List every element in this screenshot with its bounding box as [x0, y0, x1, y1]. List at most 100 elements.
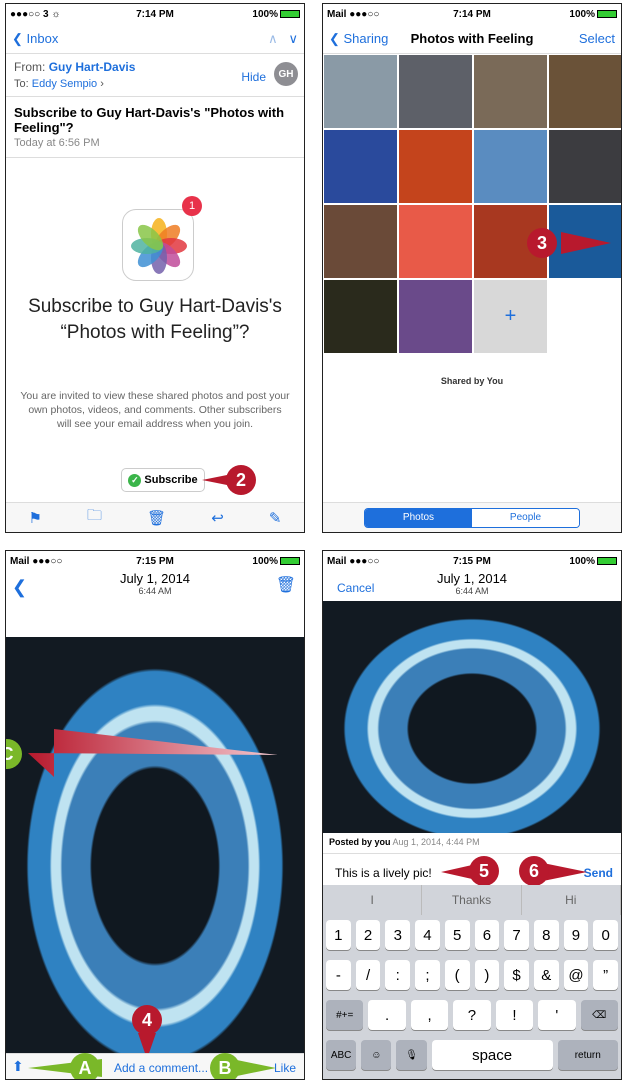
compose-icon[interactable]: ✎ [269, 509, 282, 527]
callout-b: B [210, 1053, 240, 1079]
suggestion-item[interactable]: Thanks [422, 885, 522, 915]
to-label: To: [14, 78, 29, 90]
key[interactable]: & [533, 960, 559, 990]
photo-thumbnail[interactable] [548, 54, 621, 129]
photo-image[interactable] [323, 601, 621, 833]
back-to-inbox-button[interactable]: ❮ Inbox [12, 31, 58, 47]
comment-input[interactable]: This is a lively pic! [335, 866, 432, 880]
suggestion-item[interactable]: Hi [522, 885, 621, 915]
send-button[interactable]: Send [584, 866, 613, 880]
key[interactable]: 3 [385, 920, 411, 950]
message-nav-arrows[interactable]: ∧ ∨ [268, 31, 298, 47]
key[interactable]: ABC [326, 1040, 357, 1070]
select-button[interactable]: Select [579, 31, 615, 46]
key[interactable]: @ [563, 960, 589, 990]
callout-6: 6 [519, 856, 549, 886]
key[interactable]: 2 [355, 920, 381, 950]
key[interactable]: . [368, 1000, 406, 1030]
key[interactable]: - [326, 960, 351, 990]
photo-time: 6:44 AM [138, 586, 172, 596]
segment-bar: Photos People [323, 502, 621, 532]
key[interactable]: 1 [326, 920, 351, 950]
photo-thumbnail[interactable] [323, 204, 398, 279]
key[interactable]: : [385, 960, 411, 990]
photo-thumbnail[interactable] [548, 129, 621, 204]
callout-6-arrow [543, 863, 587, 881]
callout-2: 2 [226, 465, 256, 495]
photo-thumbnail[interactable] [473, 129, 548, 204]
key[interactable]: 5 [444, 920, 470, 950]
photos-app-icon [122, 209, 194, 281]
photo-date-header: July 1, 2014 6:44 AM [6, 571, 304, 596]
posted-by-line: Posted by you Aug 1, 2014, 4:44 PM [329, 837, 480, 847]
tab-photos[interactable]: Photos [365, 508, 472, 527]
key[interactable]: $ [504, 960, 529, 990]
key[interactable]: ' [538, 1000, 576, 1030]
photos-people-segment: Photos People [364, 507, 580, 528]
photo-image[interactable] [6, 637, 304, 1053]
keyboard-row-numbers: 1234567890 [323, 915, 621, 955]
callout-3: 3 [527, 228, 557, 258]
key[interactable]: ! [495, 1000, 534, 1030]
carrier-signal: ●●●○○ 3 ☼ [10, 8, 61, 20]
key[interactable]: space [431, 1040, 553, 1070]
trash-icon[interactable]: 🗑 [276, 575, 296, 595]
key[interactable]: / [355, 960, 381, 990]
carrier-signal: Mail ●●●○○ [10, 555, 63, 567]
subscribe-heading: Subscribe to Guy Hart-Davis's “Photos wi… [28, 296, 282, 343]
key[interactable]: return [557, 1040, 618, 1070]
photo-thumbnail[interactable] [323, 129, 398, 204]
status-bar: ●●●○○ 3 ☼ 7:14 PM 100% [6, 4, 304, 24]
checkmark-icon: ✓ [128, 473, 142, 487]
reply-icon[interactable]: ↩ [211, 509, 224, 527]
mail-navbar: ❮ Inbox ∧ ∨ [6, 24, 304, 54]
callout-arrow [561, 232, 611, 254]
back-to-sharing-button[interactable]: ❮ Sharing [329, 31, 388, 47]
photo-thumbnail[interactable] [323, 54, 398, 129]
suggestion-item[interactable]: I [323, 885, 423, 915]
photo-thumbnail[interactable] [323, 279, 398, 354]
callout-c-arrow [28, 729, 278, 777]
photo-thumbnail[interactable] [398, 129, 473, 204]
photo-date-header: July 1, 2014 6:44 AM [323, 571, 621, 596]
callout-5: 5 [469, 856, 499, 886]
callout-a: A [70, 1053, 100, 1079]
key[interactable]: , [410, 1000, 449, 1030]
like-button[interactable]: Like [274, 1061, 296, 1075]
subject-title: Subscribe to Guy Hart-Davis's "Photos wi… [14, 105, 285, 135]
folder-icon[interactable]: 🗀 [87, 505, 102, 530]
key[interactable]: 8 [533, 920, 559, 950]
invite-text: You are invited to view these shared pho… [20, 390, 290, 430]
key[interactable]: ☺ [361, 1040, 392, 1070]
key[interactable]: ? [453, 1000, 491, 1030]
message-header: From: Guy Hart-Davis To: Eddy Sempio › H… [6, 54, 304, 97]
key[interactable]: ) [474, 960, 500, 990]
key[interactable]: ⌫ [580, 1000, 618, 1030]
add-comment-button[interactable]: Add a comment... [114, 1061, 208, 1075]
mail-toolbar: ⚑ 🗀 🗑 ↩ ✎ [6, 502, 304, 532]
key[interactable]: #+= [326, 1000, 364, 1030]
battery-indicator: 100% [252, 556, 300, 567]
trash-icon[interactable]: 🗑 [147, 509, 166, 527]
tab-people[interactable]: People [472, 508, 579, 527]
key[interactable]: 6 [474, 920, 500, 950]
key[interactable]: 🎙 [396, 1040, 427, 1070]
sender-name[interactable]: Guy Hart-Davis [49, 60, 136, 74]
key[interactable]: 4 [415, 920, 440, 950]
share-icon[interactable]: ⬆ [12, 1058, 24, 1075]
add-photo-button[interactable]: + [473, 279, 548, 354]
key[interactable]: ; [415, 960, 440, 990]
hide-details-button[interactable]: Hide [241, 70, 266, 84]
photo-thumbnail[interactable] [398, 279, 473, 354]
key[interactable]: 7 [504, 920, 529, 950]
key[interactable]: ( [444, 960, 470, 990]
subscribe-button[interactable]: ✓ Subscribe [121, 468, 205, 492]
key[interactable]: 9 [563, 920, 589, 950]
flag-icon[interactable]: ⚑ [29, 509, 42, 527]
photo-thumbnail[interactable] [473, 54, 548, 129]
recipient-name[interactable]: Eddy Sempio [32, 78, 97, 90]
photo-thumbnail[interactable] [398, 54, 473, 129]
photo-thumbnail[interactable] [398, 204, 473, 279]
key[interactable]: ” [593, 960, 619, 990]
key[interactable]: 0 [593, 920, 619, 950]
